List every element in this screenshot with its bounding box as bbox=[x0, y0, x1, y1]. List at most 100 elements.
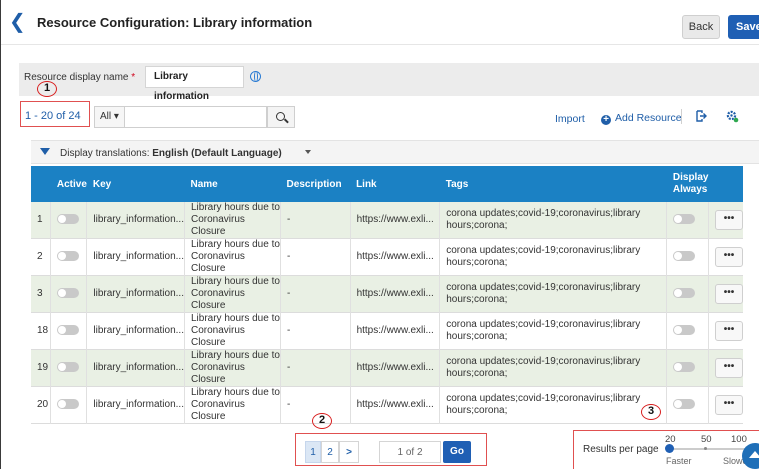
display-always-cell[interactable] bbox=[666, 275, 709, 313]
resource-name-field[interactable]: Library information bbox=[145, 66, 244, 102]
active-toggle-cell[interactable] bbox=[50, 312, 88, 350]
actions-cell[interactable]: ••• bbox=[708, 350, 743, 387]
search-button[interactable] bbox=[267, 106, 295, 128]
active-toggle[interactable] bbox=[57, 325, 80, 336]
toolbar-divider bbox=[681, 109, 682, 124]
col-key[interactable]: Key bbox=[87, 166, 185, 202]
display-always-toggle[interactable] bbox=[673, 251, 696, 262]
row-actions-button[interactable]: ••• bbox=[714, 321, 743, 341]
active-toggle[interactable] bbox=[57, 251, 80, 262]
active-toggle-cell[interactable] bbox=[50, 275, 88, 313]
results-slider-track[interactable] bbox=[669, 448, 749, 450]
display-always-cell[interactable] bbox=[666, 238, 709, 276]
row-link[interactable]: https://www.exli... bbox=[350, 312, 441, 350]
row-description: - bbox=[280, 238, 351, 276]
search-input[interactable] bbox=[124, 106, 267, 128]
display-always-toggle[interactable] bbox=[673, 214, 696, 225]
table-row[interactable]: 1 library_information... Library hours d… bbox=[31, 202, 743, 239]
filter-dropdown[interactable]: All ▾ bbox=[94, 106, 124, 128]
display-always-toggle[interactable] bbox=[673, 325, 696, 336]
col-active[interactable]: Active bbox=[51, 166, 87, 202]
row-link[interactable]: https://www.exli... bbox=[350, 386, 441, 424]
row-actions-button[interactable]: ••• bbox=[714, 395, 743, 415]
row-actions-button[interactable]: ••• bbox=[714, 247, 743, 267]
actions-cell[interactable]: ••• bbox=[708, 202, 743, 239]
col-description[interactable]: Description bbox=[281, 166, 351, 202]
table-row[interactable]: 20 library_information... Library hours … bbox=[31, 386, 743, 424]
row-number: 20 bbox=[31, 386, 52, 424]
row-actions-button[interactable]: ••• bbox=[714, 210, 743, 230]
active-toggle-cell[interactable] bbox=[50, 349, 88, 387]
back-button[interactable]: Back bbox=[682, 15, 720, 39]
record-count: 1 - 20 of 24 bbox=[25, 110, 81, 122]
chevron-down-icon[interactable] bbox=[305, 150, 311, 154]
chevron-left-icon[interactable]: ❮ bbox=[9, 12, 27, 32]
table-row[interactable]: 18 library_information... Library hours … bbox=[31, 312, 743, 350]
slider-tick bbox=[704, 447, 707, 450]
option-50[interactable]: 50 bbox=[701, 434, 712, 445]
row-link[interactable]: https://www.exli... bbox=[350, 202, 441, 239]
page-1-button[interactable]: 1 bbox=[305, 441, 321, 463]
actions-cell[interactable]: ••• bbox=[708, 239, 743, 276]
row-number: 1 bbox=[31, 202, 52, 239]
table-row[interactable]: 2 library_information... Library hours d… bbox=[31, 238, 743, 276]
resource-name-row: Resource display name * Library informat… bbox=[19, 63, 759, 102]
row-link[interactable]: https://www.exli... bbox=[350, 275, 441, 313]
actions-cell[interactable]: ••• bbox=[708, 387, 743, 424]
annotation-2: 2 bbox=[312, 413, 332, 429]
display-always-cell[interactable] bbox=[666, 312, 709, 350]
row-key: library_information... bbox=[86, 275, 185, 313]
row-description: - bbox=[280, 312, 351, 350]
translations-bar[interactable]: Display translations: English (Default L… bbox=[31, 140, 759, 164]
row-link[interactable]: https://www.exli... bbox=[350, 238, 441, 276]
active-toggle-cell[interactable] bbox=[50, 386, 88, 424]
active-toggle-cell[interactable] bbox=[50, 238, 88, 276]
active-toggle[interactable] bbox=[57, 288, 80, 299]
actions-cell[interactable]: ••• bbox=[708, 313, 743, 350]
active-toggle[interactable] bbox=[57, 362, 80, 373]
display-always-toggle[interactable] bbox=[673, 288, 696, 299]
go-button[interactable]: Go bbox=[443, 441, 471, 463]
col-display-always[interactable]: Display Always bbox=[667, 166, 709, 202]
row-actions-button[interactable]: ••• bbox=[714, 358, 743, 378]
translations-label: Display translations: English (Default L… bbox=[60, 148, 282, 159]
row-tags: corona updates;covid-19;coronavirus;libr… bbox=[439, 202, 668, 239]
row-key: library_information... bbox=[86, 238, 185, 276]
row-actions-button[interactable]: ••• bbox=[714, 284, 743, 304]
active-toggle[interactable] bbox=[57, 399, 80, 410]
display-always-cell[interactable] bbox=[666, 349, 709, 387]
add-resource-button[interactable]: + Add Resource bbox=[601, 112, 682, 125]
row-name: Library hours due to Coronavirus Closure bbox=[184, 202, 282, 239]
table-row[interactable]: 19 library_information... Library hours … bbox=[31, 349, 743, 387]
export-icon[interactable] bbox=[695, 110, 707, 122]
next-page-button[interactable]: > bbox=[339, 441, 359, 463]
display-always-toggle[interactable] bbox=[673, 399, 696, 410]
row-number: 2 bbox=[31, 238, 52, 276]
col-name[interactable]: Name bbox=[184, 166, 280, 202]
col-tags[interactable]: Tags bbox=[440, 166, 667, 202]
row-link[interactable]: https://www.exli... bbox=[350, 349, 441, 387]
actions-cell[interactable]: ••• bbox=[708, 276, 743, 313]
display-always-cell[interactable] bbox=[666, 386, 709, 424]
results-slider-knob[interactable] bbox=[665, 444, 674, 453]
row-tags: corona updates;covid-19;coronavirus;libr… bbox=[439, 312, 668, 350]
table-row[interactable]: 3 library_information... Library hours d… bbox=[31, 275, 743, 313]
row-key: library_information... bbox=[86, 386, 185, 424]
save-button[interactable]: Save bbox=[728, 15, 759, 39]
page-number-input[interactable]: 1 of 2 bbox=[379, 441, 441, 463]
table-header-row: Active Key Name Description Link Tags Di… bbox=[31, 166, 743, 202]
page-title: Resource Configuration: Library informat… bbox=[37, 15, 313, 30]
active-toggle-cell[interactable] bbox=[50, 202, 88, 239]
active-toggle[interactable] bbox=[57, 214, 80, 225]
option-100[interactable]: 100 bbox=[731, 434, 747, 445]
col-link[interactable]: Link bbox=[350, 166, 440, 202]
row-description: - bbox=[280, 349, 351, 387]
row-number: 19 bbox=[31, 349, 52, 387]
row-description: - bbox=[280, 275, 351, 313]
display-always-toggle[interactable] bbox=[673, 362, 696, 373]
gear-icon[interactable] bbox=[726, 110, 739, 123]
page-2-button[interactable]: 2 bbox=[321, 441, 339, 463]
import-link[interactable]: Import bbox=[555, 113, 585, 125]
display-always-cell[interactable] bbox=[666, 202, 709, 239]
globe-icon[interactable] bbox=[250, 71, 261, 82]
